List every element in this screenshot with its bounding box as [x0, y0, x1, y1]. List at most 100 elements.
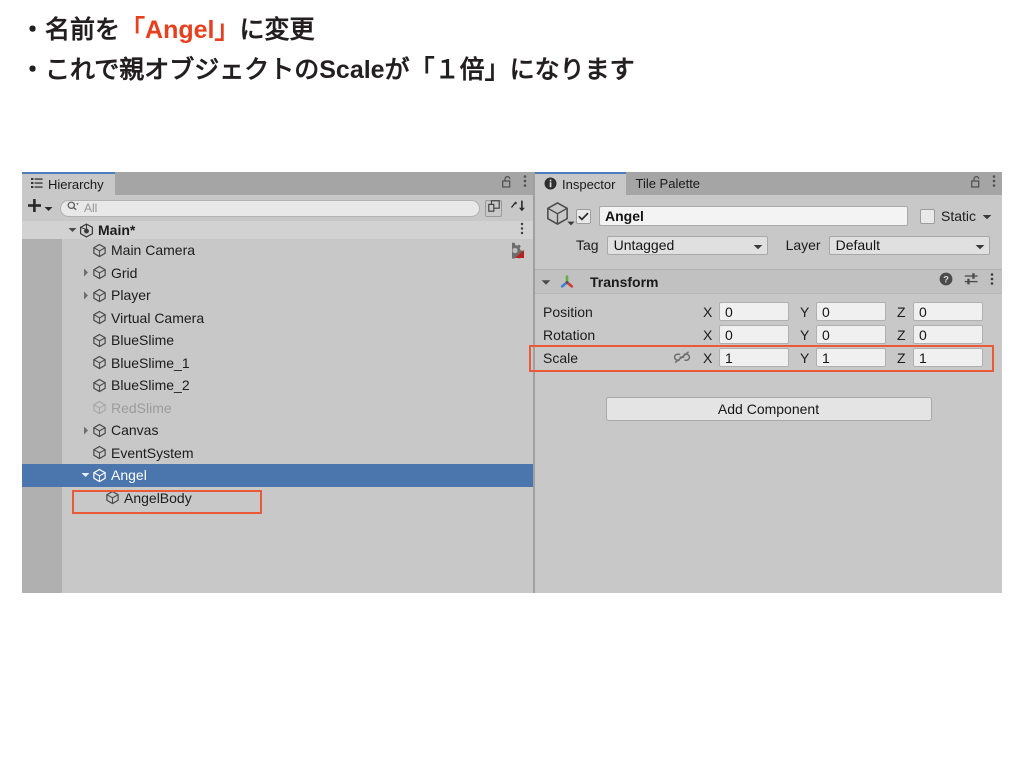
- caption-line-2: ・これで親オブジェクトのScaleが「１倍」になります: [20, 56, 635, 84]
- gameobject-name-input[interactable]: Angel: [599, 206, 908, 226]
- position-x-input[interactable]: 0: [719, 302, 789, 321]
- hierarchy-item-blueslime-1[interactable]: BlueSlime_1: [22, 352, 533, 375]
- cube-icon: [92, 400, 107, 415]
- preset-sliders-icon[interactable]: [964, 272, 979, 291]
- layer-value: Default: [835, 237, 880, 253]
- gameobject-name-value: Angel: [605, 208, 644, 224]
- cube-icon: [92, 265, 107, 280]
- axis-label-x: X: [703, 303, 713, 320]
- cube-icon: [105, 490, 120, 505]
- caption-line-1: ・名前を「Angel」に変更: [20, 10, 1000, 50]
- static-checkbox[interactable]: [919, 208, 935, 224]
- hierarchy-item-blueslime[interactable]: BlueSlime: [22, 329, 533, 352]
- transform-row-rotation: Rotation X 0 Y 0 Z 0: [543, 323, 994, 346]
- transform-row-position: Position X 0 Y 0 Z 0: [543, 300, 994, 323]
- caption-line-1-pre: ・名前を: [20, 16, 121, 44]
- tab-hierarchy-label: Hierarchy: [48, 177, 104, 192]
- help-icon[interactable]: ?: [939, 272, 953, 291]
- triangle-down-icon[interactable]: [66, 227, 79, 233]
- transform-header-icons: ?: [939, 270, 994, 293]
- caption-line-1-post: に変更: [239, 16, 315, 44]
- hierarchy-item-label: Main Camera: [111, 242, 196, 259]
- hierarchy-item-label: RedSlime: [111, 399, 172, 416]
- scale-x-input[interactable]: 1: [719, 348, 789, 367]
- position-y-input[interactable]: 0: [816, 302, 886, 321]
- inspector-gameobject-header: Angel Static Tag Untagged Layer Default: [535, 195, 1002, 263]
- hierarchy-item-grid[interactable]: Grid: [22, 262, 533, 285]
- cube-icon: [92, 445, 107, 460]
- triangle-right-icon[interactable]: [79, 268, 92, 277]
- scale-z-input[interactable]: 1: [913, 348, 983, 367]
- hierarchy-item-redslime[interactable]: RedSlime: [22, 397, 533, 420]
- triangle-down-icon[interactable]: [79, 472, 92, 478]
- transform-title: Transform: [590, 273, 659, 290]
- cube-icon[interactable]: [544, 200, 576, 232]
- svg-text:?: ?: [943, 275, 949, 286]
- sort-button[interactable]: [507, 198, 529, 218]
- caption-line-1-highlight: 「Angel」: [120, 16, 240, 44]
- rotation-z-input[interactable]: 0: [913, 325, 983, 344]
- kebab-menu-icon[interactable]: [523, 174, 527, 193]
- lock-open-icon[interactable]: [502, 175, 513, 193]
- hierarchy-panel: Hierarchy All Main* Main Camera Grid Pla…: [22, 172, 533, 593]
- chevron-down-icon[interactable]: [982, 207, 992, 225]
- tab-tile-palette-label: Tile Palette: [635, 176, 701, 191]
- tab-inspector-label: Inspector: [562, 177, 616, 192]
- tag-dropdown[interactable]: Untagged: [606, 235, 768, 255]
- triangle-right-icon[interactable]: [79, 426, 92, 435]
- value: 1: [822, 349, 830, 366]
- broken-link-icon[interactable]: [673, 351, 703, 364]
- rotation-y-input[interactable]: 0: [816, 325, 886, 344]
- lock-open-icon[interactable]: [971, 175, 982, 193]
- hierarchy-scene-row[interactable]: Main*: [22, 221, 533, 239]
- chevron-down-icon[interactable]: [567, 213, 575, 231]
- tab-tile-palette[interactable]: Tile Palette: [626, 172, 712, 195]
- triangle-down-icon[interactable]: [541, 273, 551, 291]
- hierarchy-item-label: Virtual Camera: [111, 309, 205, 326]
- hierarchy-item-blueslime-2[interactable]: BlueSlime_2: [22, 374, 533, 397]
- search-input[interactable]: All: [60, 199, 480, 217]
- kebab-menu-icon[interactable]: [992, 174, 996, 193]
- axis-label-y: Y: [800, 349, 810, 366]
- create-object-button[interactable]: [25, 198, 55, 218]
- transform-row-label: Rotation: [543, 326, 596, 343]
- position-z-input[interactable]: 0: [913, 302, 983, 321]
- cube-icon: [92, 288, 107, 303]
- hierarchy-item-label: AngelBody: [124, 489, 192, 506]
- hierarchy-rows: Main Camera Grid Player Virtual Camera BlueS…: [22, 239, 533, 509]
- scene-kebab-menu-icon[interactable]: [520, 222, 524, 238]
- gameobject-enabled-checkbox[interactable]: [576, 208, 591, 224]
- expand-window-icon: [487, 199, 500, 217]
- hierarchy-item-angel[interactable]: Angel: [22, 464, 533, 487]
- triangle-right-icon[interactable]: [79, 291, 92, 300]
- scale-y-input[interactable]: 1: [816, 348, 886, 367]
- chevron-down-icon: [753, 237, 763, 253]
- hierarchy-item-angelbody[interactable]: AngelBody: [22, 487, 533, 510]
- hierarchy-item-canvas[interactable]: Canvas: [22, 419, 533, 442]
- cube-icon: [92, 243, 107, 258]
- transform-row-scale: Scale X 1 Y 1 Z 1: [543, 346, 994, 369]
- value: 0: [919, 303, 927, 320]
- transform-component: Transform ? Position X 0 Y 0 Z 0 Rotatio…: [529, 269, 1002, 378]
- axis-label-z: Z: [897, 349, 906, 366]
- layer-dropdown[interactable]: Default: [828, 235, 990, 255]
- list-icon: [31, 177, 43, 192]
- transform-component-header[interactable]: Transform ?: [535, 270, 1002, 294]
- add-component-label: Add Component: [717, 401, 820, 417]
- hierarchy-item-label: BlueSlime_2: [111, 377, 190, 394]
- tab-hierarchy[interactable]: Hierarchy: [22, 172, 115, 195]
- plus-icon: [27, 198, 42, 218]
- add-component-button[interactable]: Add Component: [605, 397, 932, 421]
- hierarchy-item-virtual-camera[interactable]: Virtual Camera: [22, 307, 533, 330]
- rotation-x-input[interactable]: 0: [719, 325, 789, 344]
- expand-window-button[interactable]: [485, 199, 502, 217]
- kebab-menu-icon[interactable]: [990, 272, 994, 291]
- chevron-down-icon: [975, 237, 985, 253]
- tab-inspector[interactable]: Inspector: [535, 172, 627, 195]
- hierarchy-item-main-camera[interactable]: Main Camera: [22, 239, 533, 262]
- transform-axis-icon: [559, 274, 575, 295]
- hierarchy-item-eventsystem[interactable]: EventSystem: [22, 442, 533, 465]
- hierarchy-scene-label: Main*: [98, 222, 136, 238]
- hierarchy-item-player[interactable]: Player: [22, 284, 533, 307]
- cube-icon: [92, 333, 107, 348]
